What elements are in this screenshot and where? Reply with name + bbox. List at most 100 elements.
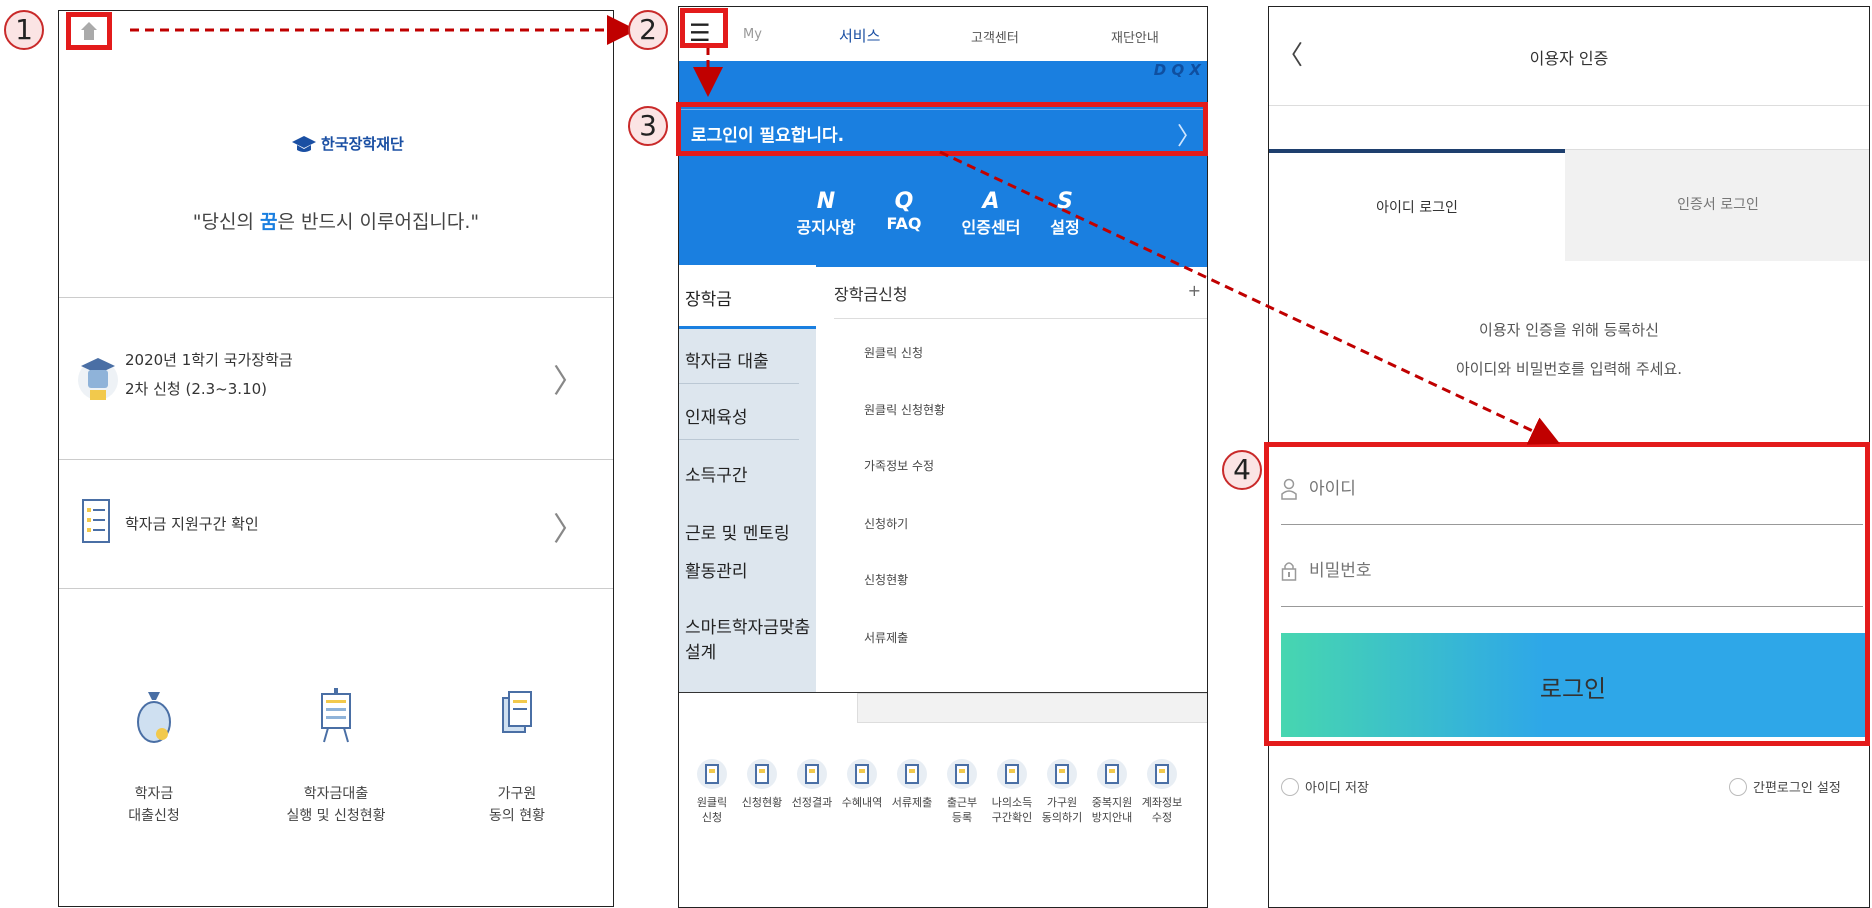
search-doc-icon — [797, 759, 827, 789]
shortcut-notice[interactable]: N 공지사항 — [791, 189, 861, 238]
shortcut-letter: N — [816, 189, 836, 214]
top-navigation: ☰ My 서비스 고객센터 재단안내 — [679, 7, 1207, 67]
service-shortcut-label: 등록 — [951, 811, 973, 825]
tab-id-login-label: 아이디 로그인 — [1376, 200, 1458, 216]
shortcut-settings[interactable]: S 설정 — [1035, 189, 1095, 238]
submenu-item[interactable]: 가족정보 수정 — [864, 457, 934, 474]
background-tabs — [857, 693, 1207, 723]
easy-login-checkbox[interactable]: 간편로그인 설정 — [1729, 777, 1841, 796]
category-smart-plan[interactable]: 스마트학자금맞춤설계 — [685, 613, 816, 663]
menu-item-label: 학자금 지원구간 확인 — [125, 515, 259, 533]
submenu-item[interactable]: 원클릭 신청 — [864, 344, 923, 361]
chevron-right-icon: 〉 — [552, 362, 585, 400]
service-shortcut[interactable]: 선정결과 — [787, 759, 837, 810]
shortcut-label: 설정 — [1050, 218, 1080, 237]
login-required-highlight — [676, 102, 1208, 156]
submenu-header[interactable]: 장학금신청 + — [834, 275, 1207, 319]
quick-loan-status[interactable]: 학자금대출 실행 및 신청현황 — [261, 686, 411, 827]
easy-login-label: 간편로그인 설정 — [1753, 781, 1841, 796]
category-scholarship[interactable]: 장학금 — [685, 285, 732, 310]
menu-header: D Q X 로그인이 필요합니다. 〉 N 공지사항 Q FAQ A 인증센터 … — [679, 61, 1207, 267]
slogan-highlight: 꿈 — [260, 211, 278, 233]
menu-item-line1: 2020년 1학기 국가장학금 — [125, 351, 293, 369]
service-shortcut-label: 나의소득 — [991, 796, 1033, 809]
service-shortcut[interactable]: 중복지원방지안내 — [1087, 759, 1137, 826]
category-talent[interactable]: 인재육성 — [685, 403, 748, 428]
instruction-line-1: 이용자 인증을 위해 등록하신 — [1479, 321, 1659, 339]
menu-item-income-bracket[interactable]: 학자금 지원구간 확인 〉 — [59, 460, 613, 588]
step-badge-2: 2 — [628, 10, 668, 50]
shortcut-label: 인증센터 — [961, 218, 1021, 237]
instruction-line-2: 아이디와 비밀번호를 입력해 주세요. — [1455, 360, 1683, 378]
service-shortcut-label: 구간확인 — [991, 811, 1033, 825]
service-shortcut-label: 계좌정보 — [1141, 796, 1183, 809]
service-shortcut[interactable]: 출근부 등록 — [937, 759, 987, 826]
quick-household-consent[interactable]: 가구원 동의 현황 — [442, 686, 592, 827]
document-copy-icon — [502, 691, 532, 733]
nav-service[interactable]: 서비스 — [839, 25, 880, 46]
service-shortcut[interactable]: 수혜내역 — [837, 759, 887, 810]
quick-label-2: 실행 및 신청현황 — [286, 807, 386, 824]
checkbox-icon — [1729, 777, 1747, 796]
save-id-label: 아이디 저장 — [1305, 781, 1369, 796]
graduation-cap-icon — [78, 358, 118, 400]
copy-icon — [1097, 759, 1127, 789]
chevron-right-icon: 〉 — [552, 510, 585, 548]
category-loan[interactable]: 학자금 대출 — [685, 347, 769, 372]
shortcut-faq[interactable]: Q FAQ — [869, 189, 939, 233]
service-shortcut-label: 신청현황 — [741, 796, 783, 809]
service-shortcut[interactable]: 신청현황 — [737, 759, 787, 810]
quick-loan-apply[interactable]: 학자금 대출신청 — [79, 686, 229, 827]
logo-text: 한국장학재단 — [321, 135, 404, 153]
shortcut-auth-center[interactable]: A 인증센터 — [951, 189, 1031, 238]
nav-my[interactable]: My — [743, 27, 762, 42]
presentation-board-icon — [321, 688, 351, 743]
nav-customer-center[interactable]: 고객센터 — [971, 27, 1019, 46]
tab-id-login[interactable]: 아이디 로그인 — [1269, 149, 1565, 261]
menu-item-scholarship[interactable]: 2020년 1학기 국가장학금 2차 신청 (2.3~3.10) 〉 — [59, 298, 613, 458]
tab-cert-login[interactable]: 인증서 로그인 — [1565, 149, 1869, 261]
step-badge-3: 3 — [628, 106, 668, 146]
slogan-part: "당신의 — [192, 211, 261, 233]
service-shortcut[interactable]: 나의소득구간확인 — [987, 759, 1037, 826]
service-shortcut-label: 수혜내역 — [841, 796, 883, 809]
service-shortcut-label: 동의하기 — [1041, 811, 1083, 825]
submenu-item[interactable]: 신청현황 — [864, 571, 908, 588]
category-work-mentoring[interactable]: 근로 및 멘토링 — [685, 519, 790, 544]
service-shortcut[interactable]: 가구원 동의하기 — [1037, 759, 1087, 826]
quick-label-2: 대출신청 — [128, 807, 180, 824]
graduation-logo-icon — [292, 135, 316, 152]
slogan: "당신의 꿈은 반드시 이루어집니다." — [59, 207, 613, 234]
submenu-item[interactable]: 서류제출 — [864, 629, 908, 646]
checkbox-icon — [1281, 777, 1299, 796]
service-shortcut-label: 중복지원 — [1091, 796, 1133, 809]
shortcut-letter: S — [1057, 189, 1073, 214]
tab-cert-login-label: 인증서 로그인 — [1677, 197, 1759, 213]
shortcut-label: FAQ — [886, 214, 922, 233]
category-menu: 장학금 학자금 대출 인재육성 소득구간 근로 및 멘토링 활동관리 스마트학자… — [679, 265, 816, 693]
page-title: 이용자 인증 — [1529, 49, 1609, 68]
plus-icon[interactable]: + — [1188, 281, 1201, 300]
nav-foundation-info[interactable]: 재단안내 — [1111, 27, 1159, 46]
ghost-letters: D Q X — [1153, 61, 1201, 79]
service-shortcut[interactable]: 서류제출 — [887, 759, 937, 810]
shortcut-label: 공지사항 — [796, 218, 856, 237]
service-shortcut[interactable]: 계좌정보 수정 — [1137, 759, 1187, 826]
login-tabs: 아이디 로그인 인증서 로그인 — [1269, 149, 1869, 261]
save-id-checkbox[interactable]: 아이디 저장 — [1281, 777, 1369, 796]
category-income[interactable]: 소득구간 — [685, 461, 748, 486]
submenu-item[interactable]: 원클릭 신청현황 — [864, 401, 945, 418]
divider — [1269, 105, 1869, 106]
calendar-icon — [947, 759, 977, 789]
category-activity[interactable]: 활동관리 — [685, 557, 748, 582]
divider — [679, 383, 799, 384]
menu-item-line2: 2차 신청 (2.3~3.10) — [125, 379, 268, 398]
instruction-text: 이용자 인증을 위해 등록하신 아이디와 비밀번호를 입력해 주세요. — [1269, 311, 1869, 389]
logo: 한국장학재단 — [291, 133, 404, 154]
submenu-item[interactable]: 신청하기 — [864, 515, 908, 532]
slogan-part: 은 반드시 이루어집니다." — [277, 211, 480, 233]
service-shortcut[interactable]: 원클릭 신청 — [687, 759, 737, 826]
home-icon[interactable] — [79, 20, 99, 42]
step-badge-4: 4 — [1222, 450, 1262, 490]
service-shortcut-label: 방지안내 — [1091, 811, 1133, 825]
